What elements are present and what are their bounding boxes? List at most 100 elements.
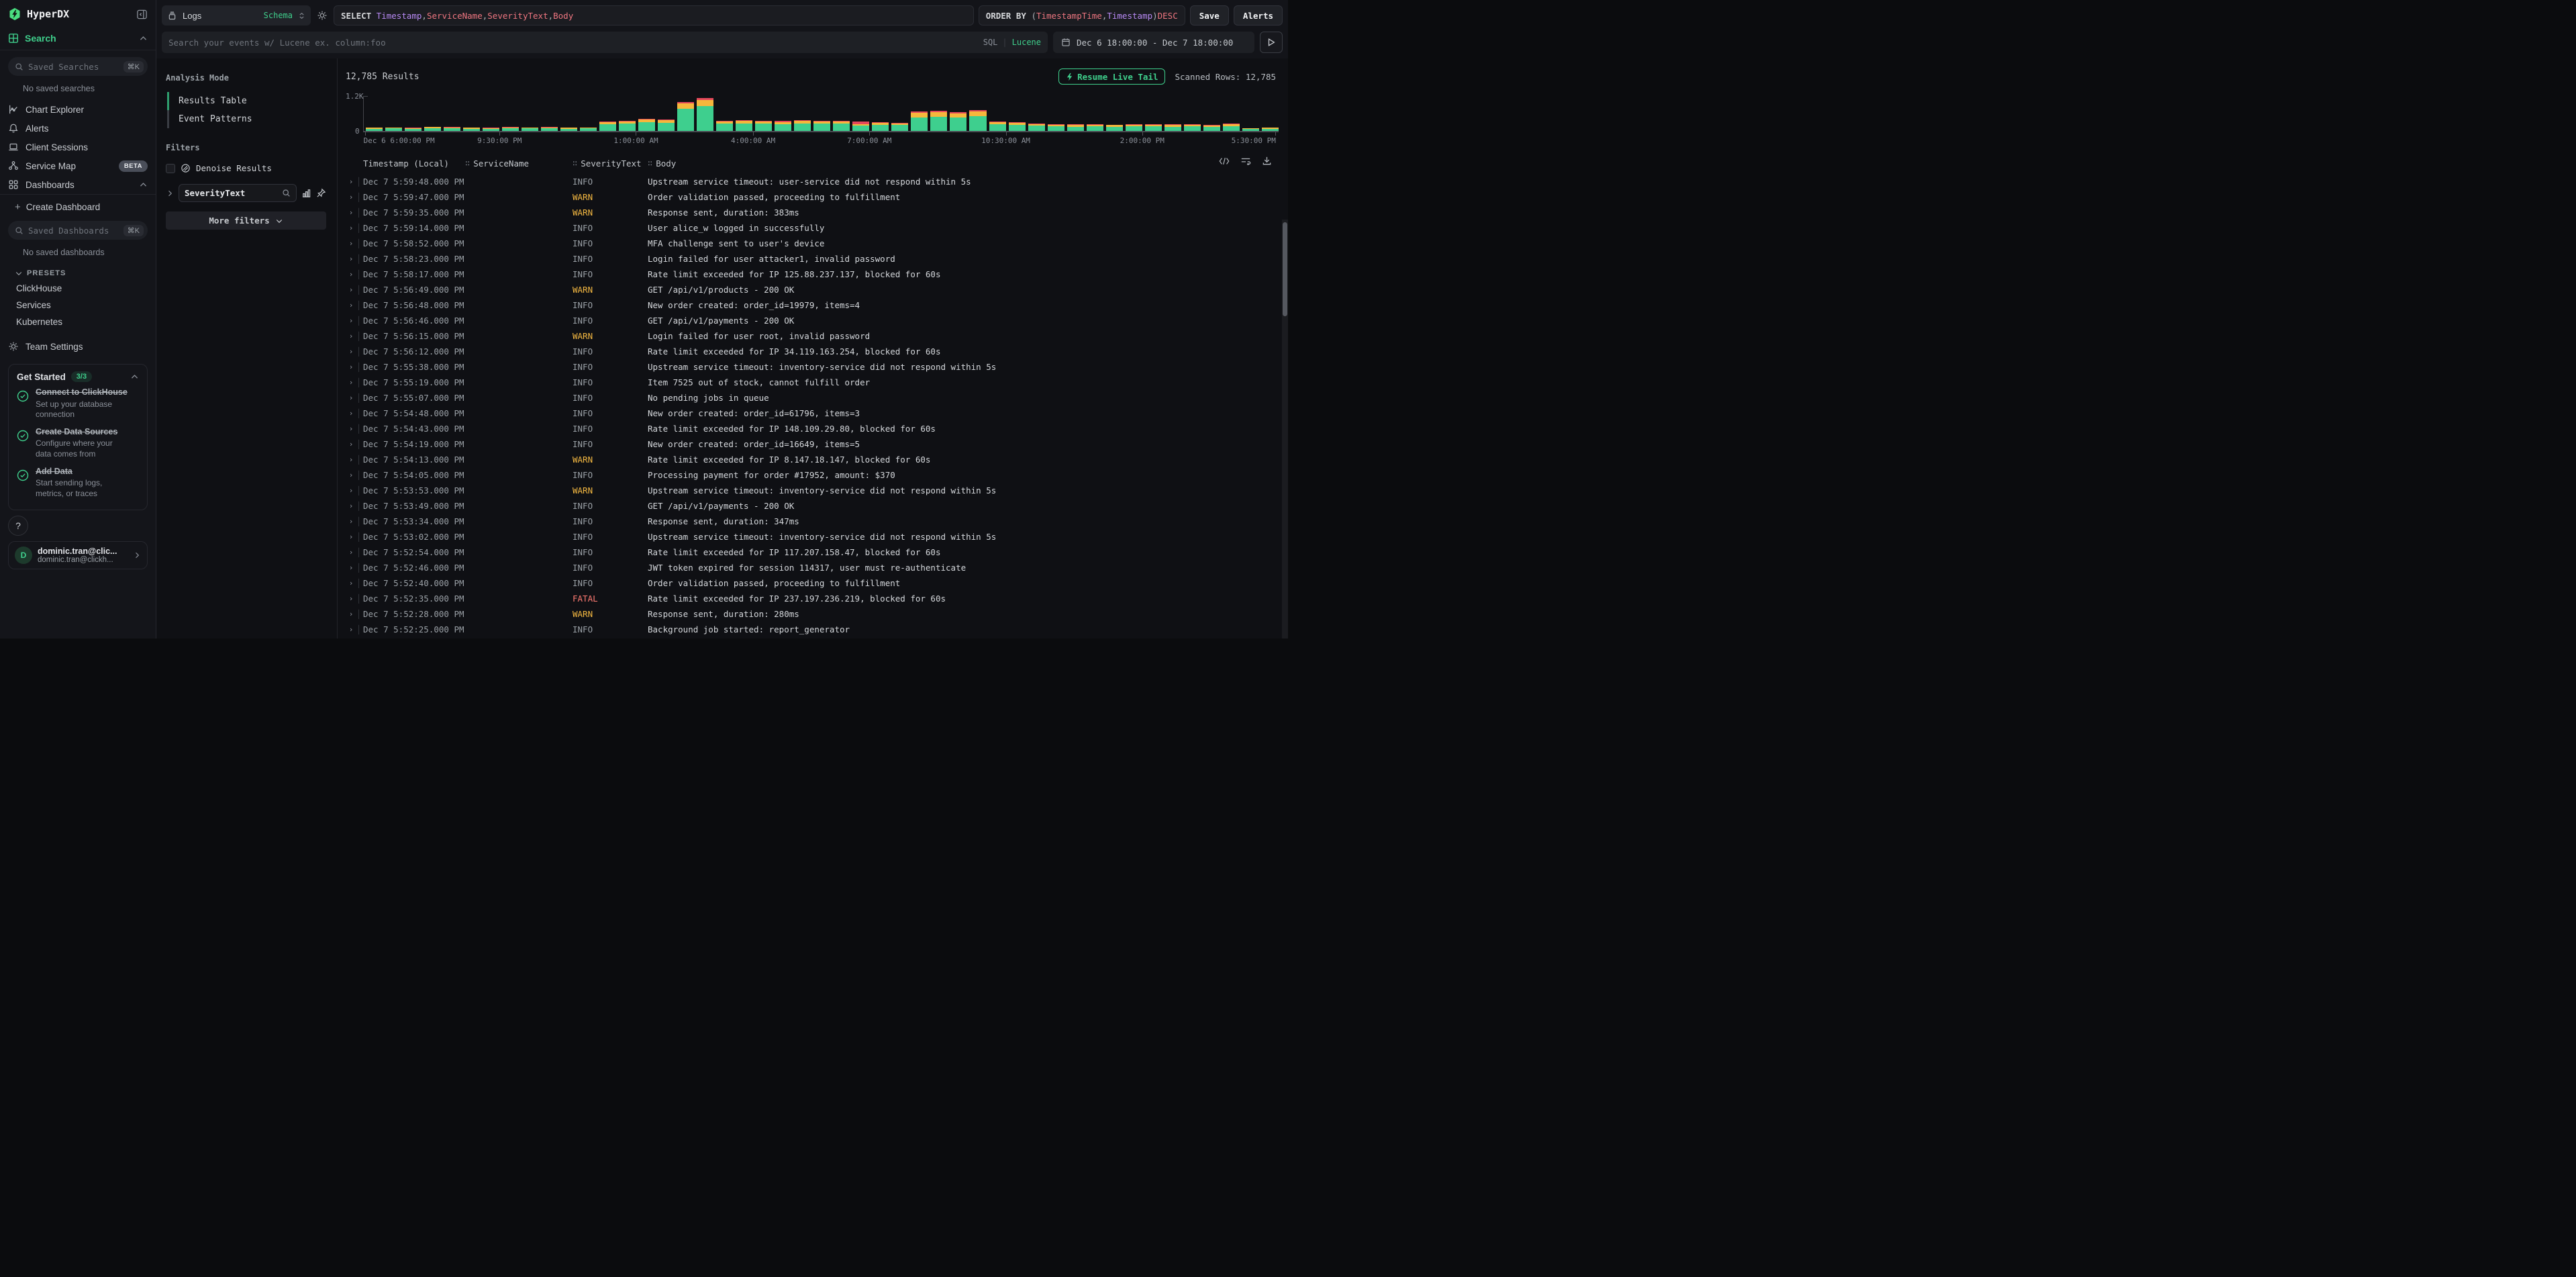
table-row[interactable]: ›│Dec 7 5:54:05.000 PMINFOProcessing pay… (346, 467, 1281, 483)
table-row[interactable]: ›│Dec 7 5:53:49.000 PMINFOGET /api/v1/pa… (346, 498, 1281, 514)
table-row[interactable]: ›│Dec 7 5:52:40.000 PMINFOOrder validati… (346, 575, 1281, 591)
row-expand-icon[interactable]: › (346, 193, 356, 201)
run-query-button[interactable] (1260, 32, 1283, 53)
saved-dashboards-input[interactable] (28, 226, 119, 236)
table-row[interactable]: ›│Dec 7 5:56:12.000 PMINFORate limit exc… (346, 344, 1281, 359)
preset-kubernetes[interactable]: Kubernetes (0, 314, 156, 330)
row-expand-icon[interactable]: › (346, 409, 356, 418)
row-expand-icon[interactable]: › (346, 347, 356, 356)
event-search-input[interactable] (168, 38, 978, 48)
table-row[interactable]: ›│Dec 7 5:54:43.000 PMINFORate limit exc… (346, 421, 1281, 436)
source-settings-button[interactable] (315, 10, 329, 21)
row-expand-icon[interactable]: › (346, 254, 356, 263)
saved-searches-search[interactable]: ⌘K (8, 57, 148, 76)
get-started-item[interactable]: Connect to ClickHouse Set up your databa… (17, 387, 139, 420)
vertical-scrollbar[interactable] (1282, 220, 1288, 638)
preset-clickhouse[interactable]: ClickHouse (0, 280, 156, 297)
resume-live-tail-button[interactable]: Resume Live Tail (1058, 68, 1165, 85)
mode-results-table[interactable]: Results Table (167, 92, 326, 110)
table-row[interactable]: ›│Dec 7 5:52:46.000 PMINFOJWT token expi… (346, 560, 1281, 575)
table-row[interactable]: ›│Dec 7 5:58:52.000 PMINFOMFA challenge … (346, 236, 1281, 251)
table-row[interactable]: ›│Dec 7 5:59:47.000 PMWARNOrder validati… (346, 189, 1281, 205)
table-row[interactable]: ›│Dec 7 5:54:48.000 PMINFONew order crea… (346, 406, 1281, 421)
table-row[interactable]: ›│Dec 7 5:56:46.000 PMINFOGET /api/v1/pa… (346, 313, 1281, 328)
col-header-severitytext[interactable]: ∷SeverityText (573, 158, 648, 169)
table-row[interactable]: ›│Dec 7 5:56:48.000 PMINFONew order crea… (346, 297, 1281, 313)
sidebar-item-client-sessions[interactable]: Client Sessions (0, 138, 156, 156)
table-row[interactable]: ›│Dec 7 5:55:07.000 PMINFONo pending job… (346, 390, 1281, 406)
select-query-input[interactable]: SELECT Timestamp,ServiceName,SeverityTex… (334, 5, 974, 26)
preset-services[interactable]: Services (0, 297, 156, 314)
wrap-lines-icon[interactable] (1240, 156, 1251, 166)
table-row[interactable]: ›│Dec 7 5:55:38.000 PMINFOUpstream servi… (346, 359, 1281, 375)
table-row[interactable]: ›│Dec 7 5:54:19.000 PMINFONew order crea… (346, 436, 1281, 452)
col-header-timestamp[interactable]: Timestamp (Local) (363, 158, 465, 169)
drag-handle-icon[interactable]: ∷ (465, 158, 470, 168)
sidebar-item-alerts[interactable]: Alerts (0, 119, 156, 138)
row-expand-icon[interactable]: › (346, 363, 356, 371)
lucene-toggle[interactable]: Lucene (1012, 38, 1041, 47)
row-expand-icon[interactable]: › (346, 532, 356, 541)
row-expand-icon[interactable]: › (346, 224, 356, 232)
table-row[interactable]: ›│Dec 7 5:52:35.000 PMFATALRate limit ex… (346, 591, 1281, 606)
row-expand-icon[interactable]: › (346, 471, 356, 479)
row-expand-icon[interactable]: › (346, 486, 356, 495)
presets-toggle[interactable]: PRESETS (0, 264, 156, 280)
drag-handle-icon[interactable]: ∷ (648, 158, 652, 168)
get-started-item[interactable]: Create Data Sources Configure where your… (17, 427, 139, 460)
severity-filter-field[interactable]: SeverityText (179, 184, 297, 202)
denoise-checkbox[interactable] (166, 164, 175, 173)
table-row[interactable]: ›│Dec 7 5:56:15.000 PMWARNLogin failed f… (346, 328, 1281, 344)
create-dashboard-button[interactable]: + Create Dashboard (0, 195, 156, 214)
table-row[interactable]: ›│Dec 7 5:56:49.000 PMWARNGET /api/v1/pr… (346, 282, 1281, 297)
mode-event-patterns[interactable]: Event Patterns (167, 110, 326, 128)
col-header-servicename[interactable]: ∷ServiceName (465, 158, 573, 169)
table-row[interactable]: ›│Dec 7 5:53:53.000 PMWARNUpstream servi… (346, 483, 1281, 498)
table-row[interactable]: ›│Dec 7 5:58:17.000 PMINFORate limit exc… (346, 267, 1281, 282)
chevron-up-icon[interactable] (130, 373, 139, 381)
row-expand-icon[interactable]: › (346, 208, 356, 217)
sql-toggle[interactable]: SQL (983, 38, 998, 47)
row-expand-icon[interactable]: › (346, 625, 356, 634)
bar-chart-icon[interactable] (301, 188, 311, 198)
user-menu[interactable]: D dominic.tran@clic... dominic.tran@clic… (8, 541, 148, 569)
date-range-picker[interactable]: Dec 6 18:00:00 - Dec 7 18:00:00 (1053, 32, 1254, 53)
table-row[interactable]: ›│Dec 7 5:59:14.000 PMINFOUser alice_w l… (346, 220, 1281, 236)
saved-searches-input[interactable] (28, 62, 119, 72)
row-expand-icon[interactable]: › (346, 239, 356, 248)
row-expand-icon[interactable]: › (346, 424, 356, 433)
row-expand-icon[interactable]: › (346, 563, 356, 572)
sidebar-item-team-settings[interactable]: Team Settings (0, 330, 156, 357)
view-source-icon[interactable] (1219, 156, 1230, 166)
pin-icon[interactable] (316, 188, 326, 198)
col-header-body[interactable]: ∷Body (648, 158, 1281, 169)
drag-handle-icon[interactable]: ∷ (573, 158, 577, 168)
scrollbar-thumb[interactable] (1283, 222, 1287, 316)
table-row[interactable]: ›│Dec 7 5:52:25.000 PMINFOBackground job… (346, 622, 1281, 637)
sidebar-item-search[interactable]: Search (0, 27, 156, 50)
order-by-input[interactable]: ORDER BY (TimestampTime, Timestamp) DESC (979, 5, 1185, 26)
row-expand-icon[interactable]: › (346, 517, 356, 526)
table-row[interactable]: ›│Dec 7 5:53:02.000 PMINFOUpstream servi… (346, 529, 1281, 545)
row-expand-icon[interactable]: › (346, 594, 356, 603)
save-button[interactable]: Save (1190, 5, 1229, 26)
row-expand-icon[interactable]: › (346, 440, 356, 448)
table-row[interactable]: ›│Dec 7 5:58:23.000 PMINFOLogin failed f… (346, 251, 1281, 267)
table-row[interactable]: ›│Dec 7 5:59:48.000 PMINFOUpstream servi… (346, 174, 1281, 189)
chevron-right-icon[interactable] (166, 189, 174, 197)
sidebar-collapse-icon[interactable] (136, 9, 148, 20)
sidebar-item-chart-explorer[interactable]: Chart Explorer (0, 100, 156, 119)
table-row[interactable]: ›│Dec 7 5:54:13.000 PMWARNRate limit exc… (346, 452, 1281, 467)
row-expand-icon[interactable]: › (346, 316, 356, 325)
table-row[interactable]: ›│Dec 7 5:52:28.000 PMWARNResponse sent,… (346, 606, 1281, 622)
download-icon[interactable] (1262, 156, 1272, 166)
row-expand-icon[interactable]: › (346, 285, 356, 294)
sidebar-item-dashboards[interactable]: Dashboards (0, 175, 156, 194)
source-selector[interactable]: Logs Schema (162, 5, 311, 26)
table-row[interactable]: ›│Dec 7 5:52:54.000 PMINFORate limit exc… (346, 545, 1281, 560)
more-filters-button[interactable]: More filters (166, 211, 326, 230)
row-expand-icon[interactable]: › (346, 455, 356, 464)
row-expand-icon[interactable]: › (346, 579, 356, 587)
row-expand-icon[interactable]: › (346, 177, 356, 186)
row-expand-icon[interactable]: › (346, 378, 356, 387)
